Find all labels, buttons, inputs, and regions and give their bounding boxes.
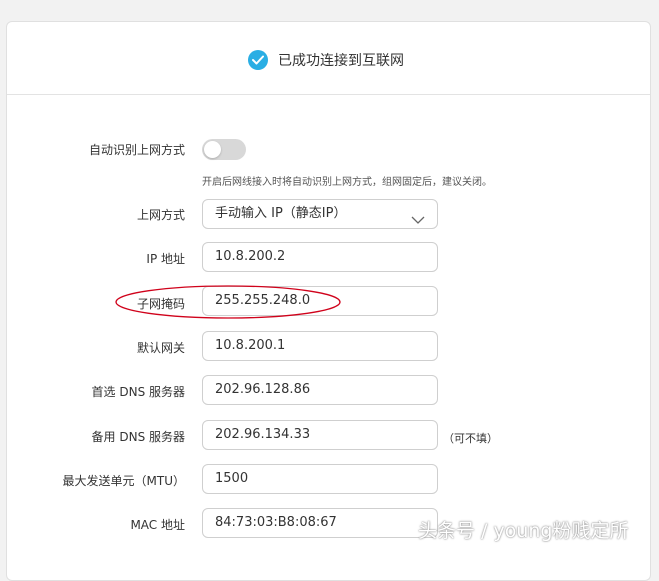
mode-select-value: 手动输入 IP（静态IP） — [215, 206, 347, 221]
dns-primary-input[interactable]: 202.96.128.86 — [202, 375, 438, 405]
mode-select[interactable]: 手动输入 IP（静态IP） — [202, 199, 438, 229]
toggle-knob — [204, 141, 221, 158]
gateway-input[interactable]: 10.8.200.1 — [202, 331, 438, 361]
optional-note: （可不填） — [443, 432, 498, 445]
mac-input[interactable]: 84:73:03:B8:08:67 — [202, 508, 438, 538]
connection-status: 已成功连接到互联网 — [248, 49, 404, 71]
connection-status-text: 已成功连接到互联网 — [278, 53, 404, 69]
auto-detect-label: 自动识别上网方式 — [88, 143, 185, 157]
ip-input[interactable]: 10.8.200.2 — [202, 242, 438, 272]
check-circle-icon — [248, 50, 268, 70]
auto-detect-hint: 开启后网线接入时将自动识别上网方式，组网固定后，建议关闭。 — [202, 177, 492, 188]
connection-status-bar: 已成功连接到互联网 — [7, 22, 650, 95]
gateway-label: 默认网关 — [136, 341, 185, 355]
mac-label: MAC 地址 — [130, 518, 185, 532]
dns-primary-label: 首选 DNS 服务器 — [91, 385, 185, 399]
auto-detect-toggle[interactable] — [202, 139, 246, 160]
chevron-down-icon — [411, 208, 425, 228]
mtu-label: 最大发送单元（MTU） — [62, 474, 185, 488]
dns-secondary-label: 备用 DNS 服务器 — [91, 430, 185, 444]
dns-secondary-input[interactable]: 202.96.134.33 — [202, 420, 438, 450]
mode-label: 上网方式 — [136, 208, 185, 222]
ip-label: IP 地址 — [146, 252, 185, 266]
annotation-ellipse — [115, 285, 341, 319]
mtu-input[interactable]: 1500 — [202, 464, 438, 494]
watermark-text: 头条号 / young粉贱定所 — [418, 520, 629, 542]
